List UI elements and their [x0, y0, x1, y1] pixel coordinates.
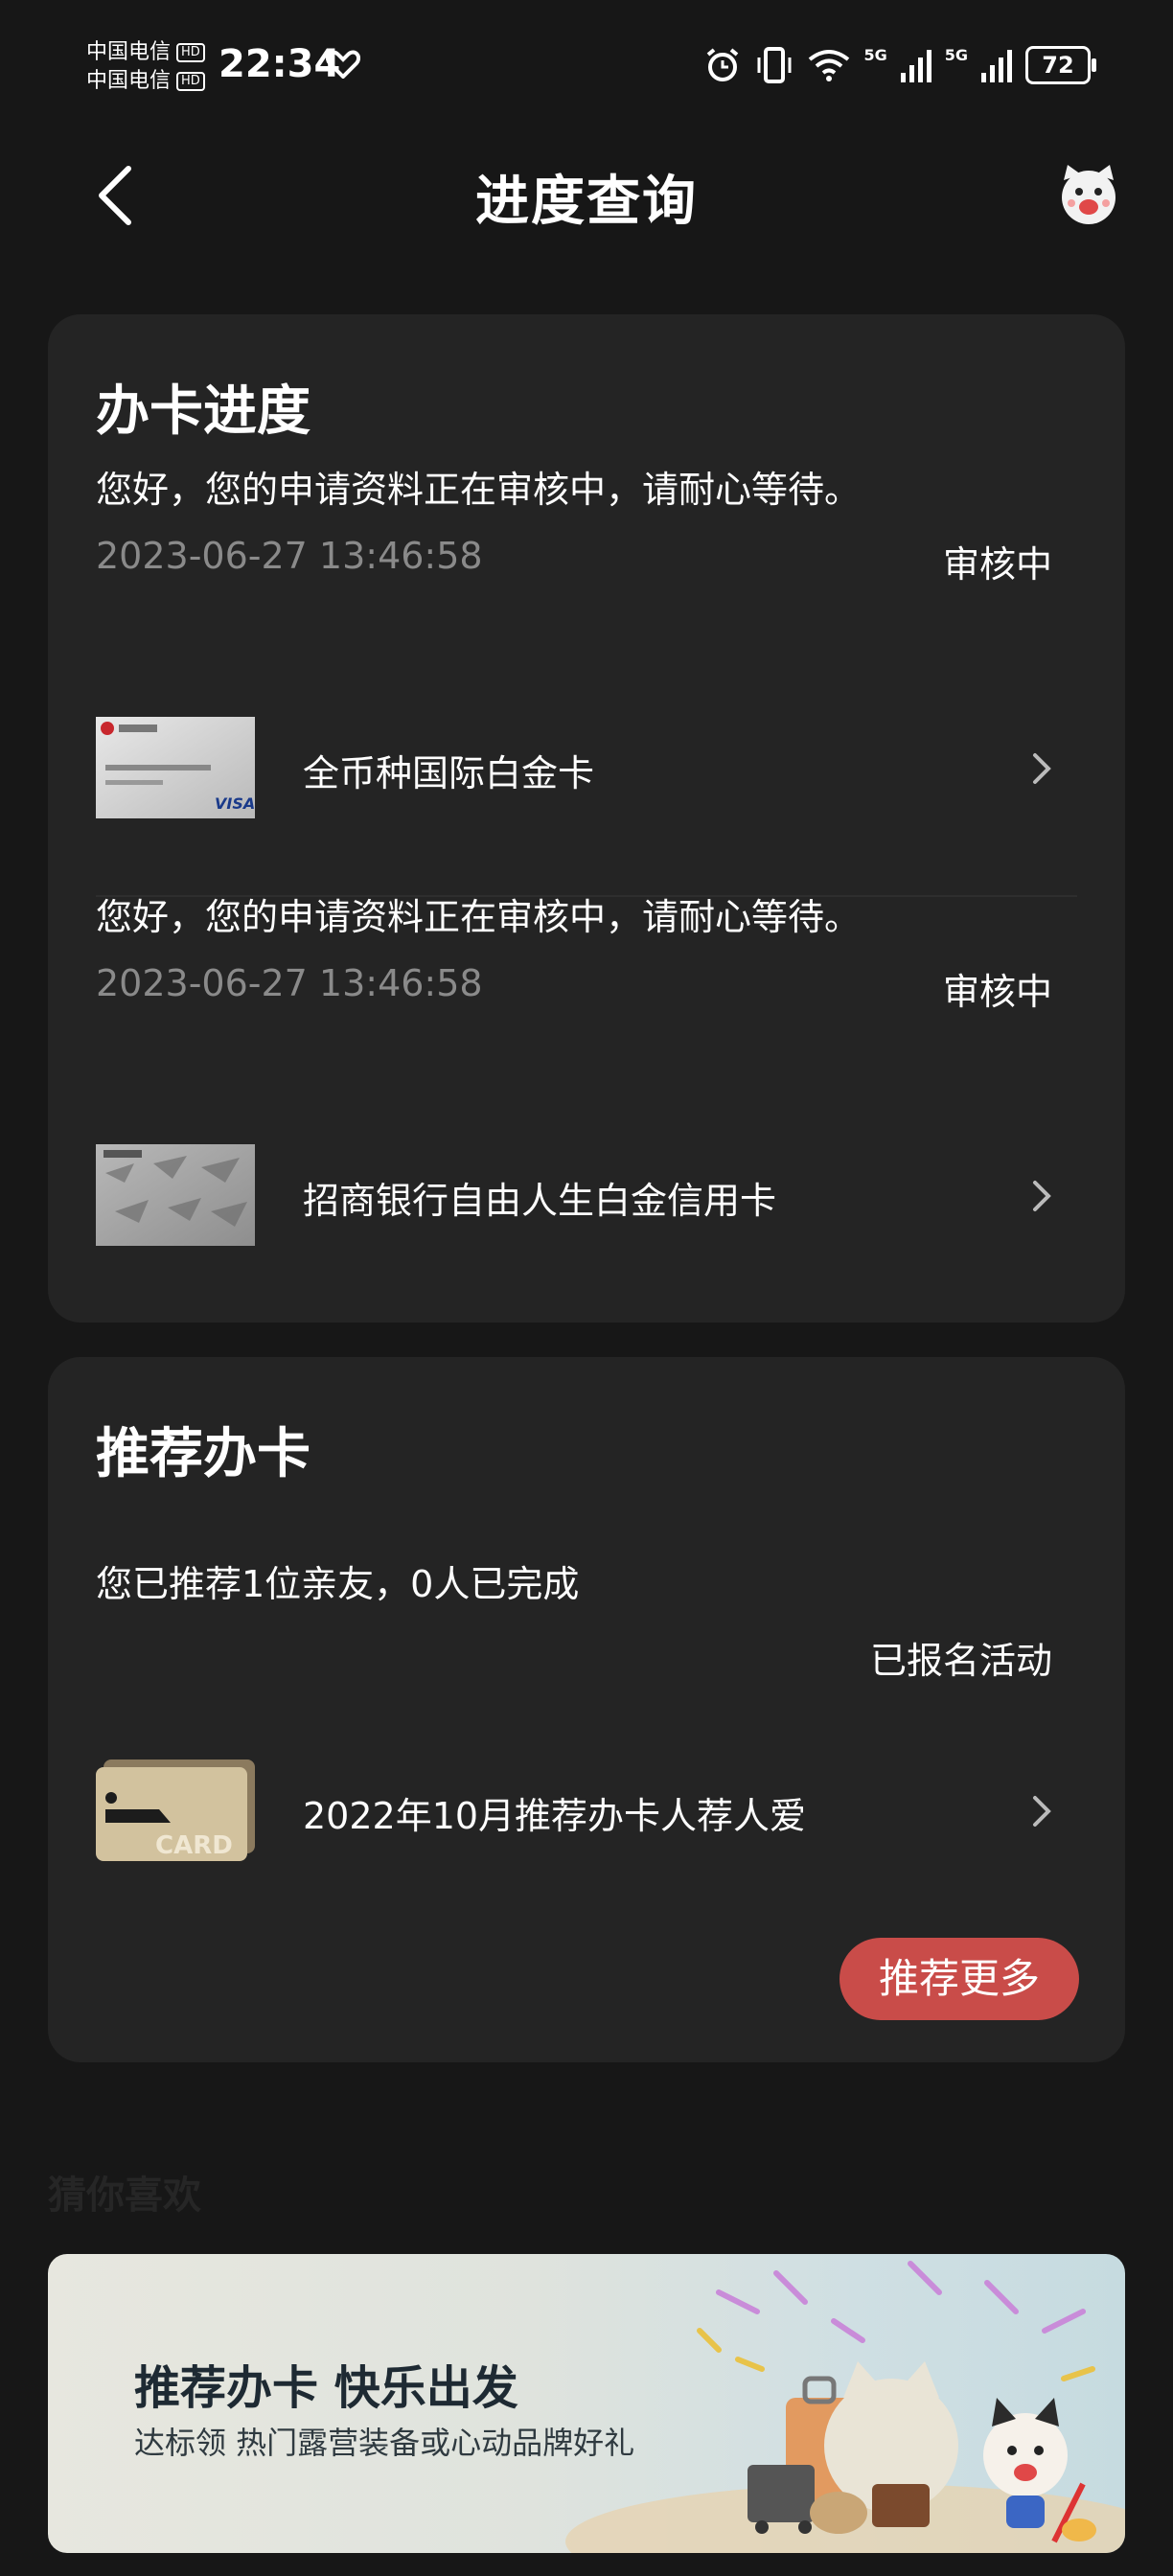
card-item-platinum[interactable]: VISA 全币种国际白金卡: [96, 717, 1077, 822]
card-stack-icon: CARD: [96, 1760, 255, 1861]
application-status: 审核中: [942, 971, 1052, 1013]
signal-icon: [900, 50, 932, 82]
carrier-1: 中国电信: [86, 40, 172, 64]
chevron-right-icon: [1033, 1796, 1051, 1827]
application-message: 您好，您的申请资料正在审核中，请耐心等待。: [96, 469, 862, 511]
carrier-info: 中国电信 HD 中国电信 HD: [86, 38, 205, 96]
heart-icon: [326, 50, 360, 79]
platinum-card-image: VISA: [96, 717, 255, 818]
section-title: 办卡进度: [96, 380, 310, 443]
recommend-status: 已报名活动: [869, 1640, 1052, 1682]
card-name: 招商银行自由人生白金信用卡: [303, 1180, 777, 1222]
signal-5g-label: 5G: [944, 46, 968, 64]
status-bar: 中国电信 HD 中国电信 HD 22:34 5G 5G 72: [0, 0, 1173, 134]
banner-title: 推荐办卡 快乐出发: [134, 2361, 518, 2415]
chevron-right-icon: [1033, 1181, 1051, 1211]
section-title: 推荐办卡: [96, 1423, 310, 1485]
hd-badge: HD: [176, 72, 205, 91]
guess-you-like-title: 猜你喜欢: [48, 2174, 201, 2218]
cat-avatar-icon[interactable]: [1054, 159, 1123, 228]
vibrate-icon: [757, 47, 792, 83]
chevron-right-icon: [1033, 753, 1051, 784]
wifi-icon: [809, 50, 850, 81]
activity-name: 2022年10月推荐办卡人荐人爱: [303, 1795, 807, 1837]
status-icons: 5G 5G 72: [704, 46, 1096, 84]
signal-5g-label: 5G: [863, 46, 887, 64]
banner-subtitle: 达标领 热门露营装备或心动品牌好礼: [134, 2425, 635, 2461]
application-status: 审核中: [942, 543, 1052, 586]
activity-item[interactable]: CARD 2022年10月推荐办卡人荐人爱: [96, 1760, 1077, 1865]
application-timestamp: 2023-06-27 13:46:58: [96, 535, 483, 577]
card-item-free-life[interactable]: 招商银行自由人生白金信用卡: [96, 1144, 1077, 1250]
promo-banner[interactable]: 推荐办卡 快乐出发 达标领 热门露营装备或心动品牌好礼: [48, 2254, 1125, 2553]
svg-text:VISA: VISA: [215, 794, 255, 813]
hd-badge: HD: [176, 43, 205, 62]
card-progress-section: 办卡进度 您好，您的申请资料正在审核中，请耐心等待。 2023-06-27 13…: [48, 314, 1125, 1322]
signal-icon: [981, 50, 1012, 82]
free-life-card-image: [96, 1144, 255, 1246]
recommend-summary: 您已推荐1位亲友，0人已完成: [96, 1563, 580, 1605]
clock: 22:34: [218, 42, 341, 86]
battery-indicator: 72: [1025, 46, 1096, 84]
alarm-icon: [707, 48, 739, 81]
application-message: 您好，您的申请资料正在审核中，请耐心等待。: [96, 896, 862, 938]
application-timestamp: 2023-06-27 13:46:58: [96, 962, 483, 1004]
page-title: 进度查询: [475, 171, 698, 233]
card-recommend-section: 推荐办卡 您已推荐1位亲友，0人已完成 已报名活动 CARD 2022年10月推…: [48, 1357, 1125, 2062]
card-label-text: CARD: [155, 1831, 233, 1860]
card-name: 全币种国际白金卡: [303, 752, 595, 794]
carrier-2: 中国电信: [86, 69, 172, 93]
recommend-more-button[interactable]: 推荐更多: [840, 1938, 1079, 2020]
